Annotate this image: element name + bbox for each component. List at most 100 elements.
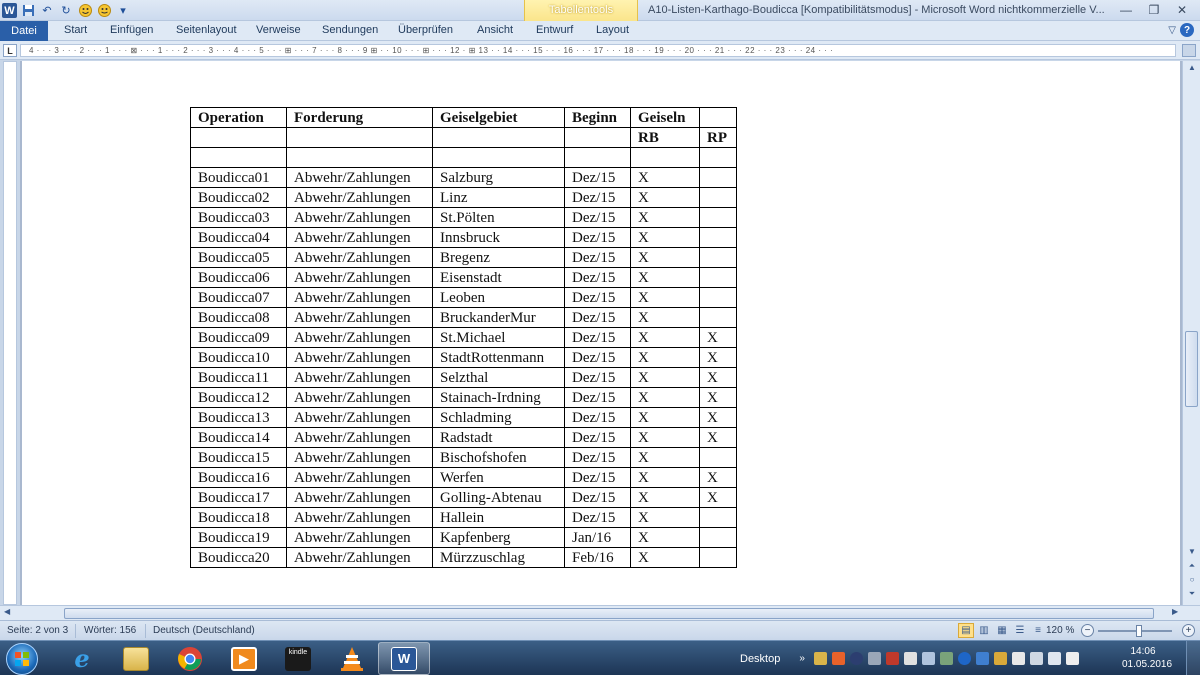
cell-geiselgebiet[interactable]: Innsbruck xyxy=(432,227,565,248)
taskbar-internet-explorer[interactable]: e xyxy=(56,642,108,675)
cell-beginn[interactable]: Feb/16 xyxy=(564,547,631,568)
cell-geiselgebiet[interactable]: Selzthal xyxy=(432,367,565,388)
cell-rb[interactable]: X xyxy=(630,247,700,268)
taskbar-chrome[interactable] xyxy=(164,642,216,675)
cell-geiselgebiet[interactable]: Salzburg xyxy=(432,167,565,188)
cell-geiselgebiet[interactable]: Radstadt xyxy=(432,427,565,448)
cell-forderung[interactable] xyxy=(286,127,433,148)
cell-rp[interactable] xyxy=(699,227,737,248)
cell-geiselgebiet[interactable] xyxy=(432,127,565,148)
cell-geiselgebiet[interactable]: Mürzzuschlag xyxy=(432,547,565,568)
tray-app-icon-7[interactable] xyxy=(921,652,935,665)
cell-rp[interactable]: X xyxy=(699,367,737,388)
cell-geiselgebiet[interactable]: St.Michael xyxy=(432,327,565,348)
smiley-icon[interactable] xyxy=(96,3,112,19)
cell-operation[interactable]: Operation xyxy=(190,107,287,128)
scroll-up-icon[interactable]: ▲ xyxy=(1186,63,1198,73)
cell-forderung[interactable]: Abwehr/Zahlungen xyxy=(286,287,433,308)
cell-operation[interactable]: Boudicca07 xyxy=(190,287,287,308)
cell-rp[interactable]: X xyxy=(699,467,737,488)
cell-forderung[interactable]: Abwehr/Zahlungen xyxy=(286,487,433,508)
horizontal-scrollbar[interactable]: ◀ ▶ xyxy=(0,605,1200,620)
vertical-ruler[interactable] xyxy=(3,61,17,605)
word-app-icon[interactable]: W xyxy=(2,3,17,18)
cell-geiselgebiet[interactable]: Leoben xyxy=(432,287,565,308)
tray-app-icon-4[interactable] xyxy=(867,652,881,665)
cell-rp[interactable]: X xyxy=(699,487,737,508)
cell-forderung[interactable]: Abwehr/Zahlungen xyxy=(286,427,433,448)
cell-rb[interactable]: X xyxy=(630,267,700,288)
cell-operation[interactable] xyxy=(190,147,287,168)
cell-geiselgebiet[interactable]: St.Pölten xyxy=(432,207,565,228)
zoom-out-icon[interactable]: − xyxy=(1081,624,1094,637)
cell-operation[interactable]: Boudicca15 xyxy=(190,447,287,468)
cell-beginn[interactable] xyxy=(564,147,631,168)
cell-beginn[interactable]: Dez/15 xyxy=(564,507,631,528)
cell-rp[interactable] xyxy=(699,207,737,228)
cell-operation[interactable]: Boudicca18 xyxy=(190,507,287,528)
cell-rp[interactable]: X xyxy=(699,327,737,348)
cell-rb[interactable]: RB xyxy=(630,127,700,148)
fullscreen-reading-view-icon[interactable]: ▥ xyxy=(976,623,992,638)
cell-operation[interactable]: Boudicca05 xyxy=(190,247,287,268)
cell-geiselgebiet[interactable]: Geiselgebiet xyxy=(432,107,565,128)
cell-operation[interactable]: Boudicca17 xyxy=(190,487,287,508)
tray-app-icon-1[interactable] xyxy=(813,652,827,665)
cell-beginn[interactable]: Dez/15 xyxy=(564,447,631,468)
cell-forderung[interactable]: Abwehr/Zahlungen xyxy=(286,347,433,368)
cell-operation[interactable]: Boudicca04 xyxy=(190,227,287,248)
tab-einfuegen[interactable]: Einfügen xyxy=(110,24,153,36)
start-button[interactable] xyxy=(6,643,38,675)
cell-operation[interactable]: Boudicca03 xyxy=(190,207,287,228)
system-clock[interactable]: 14:06 01.05.2016 xyxy=(1122,645,1172,671)
cell-rb[interactable]: X xyxy=(630,507,700,528)
view-ruler-button[interactable] xyxy=(1182,44,1196,57)
tab-verweise[interactable]: Verweise xyxy=(256,24,301,36)
cell-beginn[interactable]: Dez/15 xyxy=(564,167,631,188)
tab-entwurf[interactable]: Entwurf xyxy=(536,24,573,36)
draft-view-icon[interactable]: ≡ xyxy=(1030,623,1046,638)
cell-geiselgebiet[interactable]: Schladming xyxy=(432,407,565,428)
cell-geiselgebiet[interactable]: Eisenstadt xyxy=(432,267,565,288)
cell-rp[interactable] xyxy=(699,307,737,328)
minimize-ribbon-icon[interactable]: ▽ xyxy=(1168,25,1176,36)
cell-operation[interactable]: Boudicca13 xyxy=(190,407,287,428)
cell-operation[interactable]: Boudicca14 xyxy=(190,427,287,448)
cell-geiselgebiet[interactable] xyxy=(432,147,565,168)
cell-geiselgebiet[interactable]: Werfen xyxy=(432,467,565,488)
cell-forderung[interactable]: Abwehr/Zahlungen xyxy=(286,167,433,188)
tab-ansicht[interactable]: Ansicht xyxy=(477,24,513,36)
cell-rb[interactable]: X xyxy=(630,547,700,568)
vertical-scroll-thumb[interactable] xyxy=(1185,331,1198,407)
cell-operation[interactable]: Boudicca12 xyxy=(190,387,287,408)
cell-forderung[interactable]: Abwehr/Zahlungen xyxy=(286,227,433,248)
cell-geiselgebiet[interactable]: StadtRottenmann xyxy=(432,347,565,368)
cell-rb[interactable]: X xyxy=(630,407,700,428)
cell-forderung[interactable]: Abwehr/Zahlungen xyxy=(286,527,433,548)
tray-app-icon-11[interactable] xyxy=(1029,652,1043,665)
cell-rp[interactable]: X xyxy=(699,347,737,368)
cell-beginn[interactable]: Beginn xyxy=(564,107,631,128)
cell-rp[interactable] xyxy=(699,447,737,468)
taskbar-media-player[interactable]: ▶ xyxy=(218,642,270,675)
cell-rb[interactable]: Geiseln xyxy=(630,107,700,128)
cell-beginn[interactable]: Dez/15 xyxy=(564,407,631,428)
cell-geiselgebiet[interactable]: Hallein xyxy=(432,507,565,528)
cell-rp[interactable] xyxy=(699,287,737,308)
cell-rb[interactable]: X xyxy=(630,387,700,408)
cell-beginn[interactable]: Dez/15 xyxy=(564,287,631,308)
language-indicator[interactable]: Deutsch (Deutschland) xyxy=(153,625,255,636)
cell-operation[interactable]: Boudicca06 xyxy=(190,267,287,288)
show-desktop-button[interactable] xyxy=(1186,641,1200,675)
desktop-toolbar-label[interactable]: Desktop xyxy=(740,653,780,665)
cell-geiselgebiet[interactable]: Golling-Abtenau xyxy=(432,487,565,508)
hostage-table[interactable]: Operation Forderung Geiselgebiet Beginn Geis… xyxy=(190,107,737,568)
cell-rb[interactable] xyxy=(630,147,700,168)
tab-layout[interactable]: Layout xyxy=(596,24,629,36)
cell-forderung[interactable]: Abwehr/Zahlungen xyxy=(286,307,433,328)
tray-app-icon-5[interactable] xyxy=(885,652,899,665)
horizontal-scroll-thumb[interactable] xyxy=(64,608,1154,619)
tray-app-icon-3[interactable] xyxy=(849,652,863,665)
cell-operation[interactable] xyxy=(190,127,287,148)
restore-button[interactable]: ❐ xyxy=(1140,1,1168,19)
